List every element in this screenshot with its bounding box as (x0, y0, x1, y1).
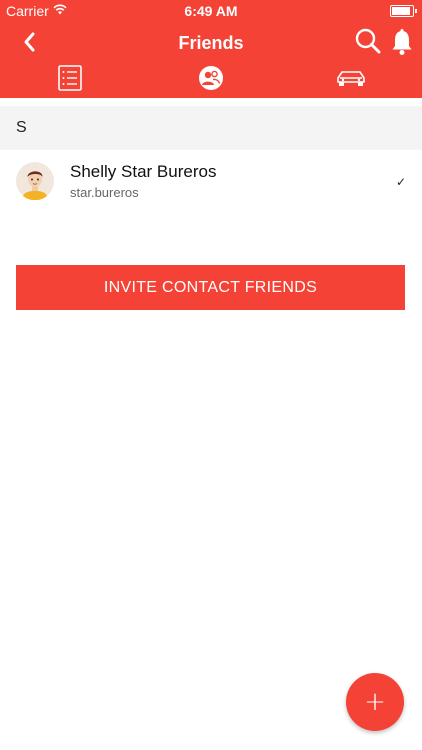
search-icon[interactable] (354, 27, 382, 55)
invite-contact-friends-button[interactable]: INVITE CONTACT FRIENDS (16, 265, 405, 310)
battery-level (392, 7, 410, 15)
list-item[interactable]: Shelly Star Bureros star.bureros ✓ (0, 150, 422, 212)
bell-icon[interactable] (390, 28, 414, 56)
friend-username: star.bureros (70, 185, 139, 200)
check-icon: ✓ (396, 175, 407, 189)
friend-name: Shelly Star Bureros (70, 162, 217, 181)
status-time: 6:49 AM (184, 3, 238, 19)
list-icon[interactable] (48, 62, 92, 94)
app-bar: Friends (0, 22, 422, 98)
friends-icon[interactable] (189, 62, 233, 94)
plus-icon: + (364, 687, 386, 717)
section-letter: S (16, 119, 27, 136)
battery-icon (390, 5, 417, 17)
section-header: S (0, 106, 422, 150)
car-icon[interactable] (329, 62, 373, 94)
status-bar: Carrier 6:49 AM (0, 0, 422, 22)
avatar (16, 162, 54, 200)
add-friend-button[interactable]: + (346, 673, 404, 731)
